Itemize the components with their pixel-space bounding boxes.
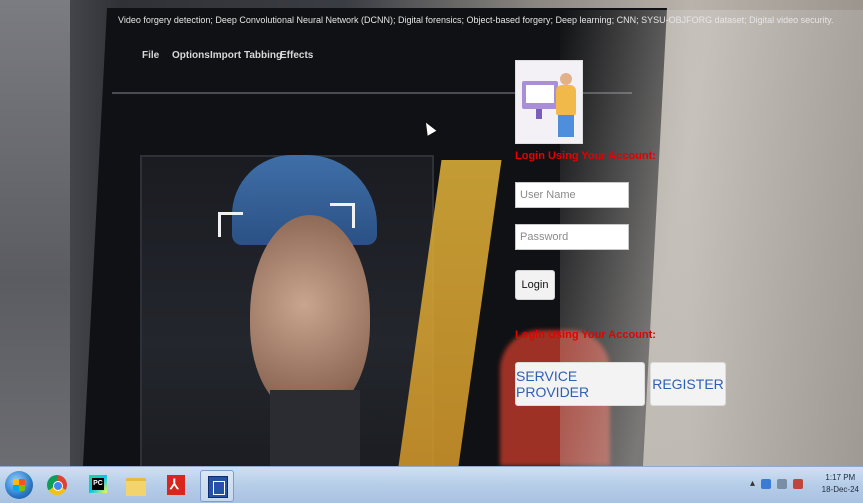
system-tray: ▴ xyxy=(750,478,803,489)
bg-menu-options: Options xyxy=(172,50,210,61)
person-icon xyxy=(560,73,572,85)
monitor-tray-icon[interactable] xyxy=(777,478,787,489)
bg-menu-effects: Effects xyxy=(280,50,314,61)
taskbar: ▴ 1:17 PM 18-Dec-24 xyxy=(0,466,863,503)
login-illustration xyxy=(515,60,583,144)
bg-menu-import: Import xyxy=(210,50,242,61)
laptop-frame xyxy=(0,0,70,466)
bg-menu-tabbing: Tabbing xyxy=(244,50,283,61)
start-button-icon[interactable] xyxy=(5,471,33,499)
face-bracket-tr xyxy=(330,203,355,228)
login-heading: Login Using Your Account: xyxy=(515,150,656,162)
neck-shape xyxy=(270,390,360,466)
bg-menu-file: File xyxy=(142,50,160,61)
background-image: File Options Import Tabbing Effects xyxy=(0,0,863,466)
login-button[interactable]: Login xyxy=(515,270,555,300)
face-bracket-tl xyxy=(218,212,243,237)
pycharm-taskbar-icon[interactable] xyxy=(82,470,114,500)
keywords-text: Video forgery detection; Deep Convolutio… xyxy=(118,15,834,25)
clock[interactable]: 1:17 PM 18-Dec-24 xyxy=(822,472,859,496)
username-input[interactable] xyxy=(515,182,629,208)
volume-icon[interactable] xyxy=(793,478,803,489)
register-button[interactable]: REGISTER xyxy=(650,362,726,406)
file-explorer-taskbar-icon[interactable] xyxy=(120,470,152,500)
clock-time: 1:17 PM xyxy=(825,473,856,482)
password-input[interactable] xyxy=(515,224,629,250)
network-icon[interactable] xyxy=(761,478,771,489)
clock-date: 18-Dec-24 xyxy=(821,485,859,494)
face-shape xyxy=(250,215,370,415)
login-heading-secondary: Login Using Your Account: xyxy=(515,329,656,341)
acrobat-taskbar-icon[interactable] xyxy=(160,470,192,500)
app-taskbar-icon[interactable] xyxy=(200,470,234,502)
chrome-taskbar-icon[interactable] xyxy=(41,470,73,500)
tray-arrow-icon[interactable]: ▴ xyxy=(750,478,755,489)
service-provider-button[interactable]: SERVICE PROVIDER xyxy=(515,362,645,406)
